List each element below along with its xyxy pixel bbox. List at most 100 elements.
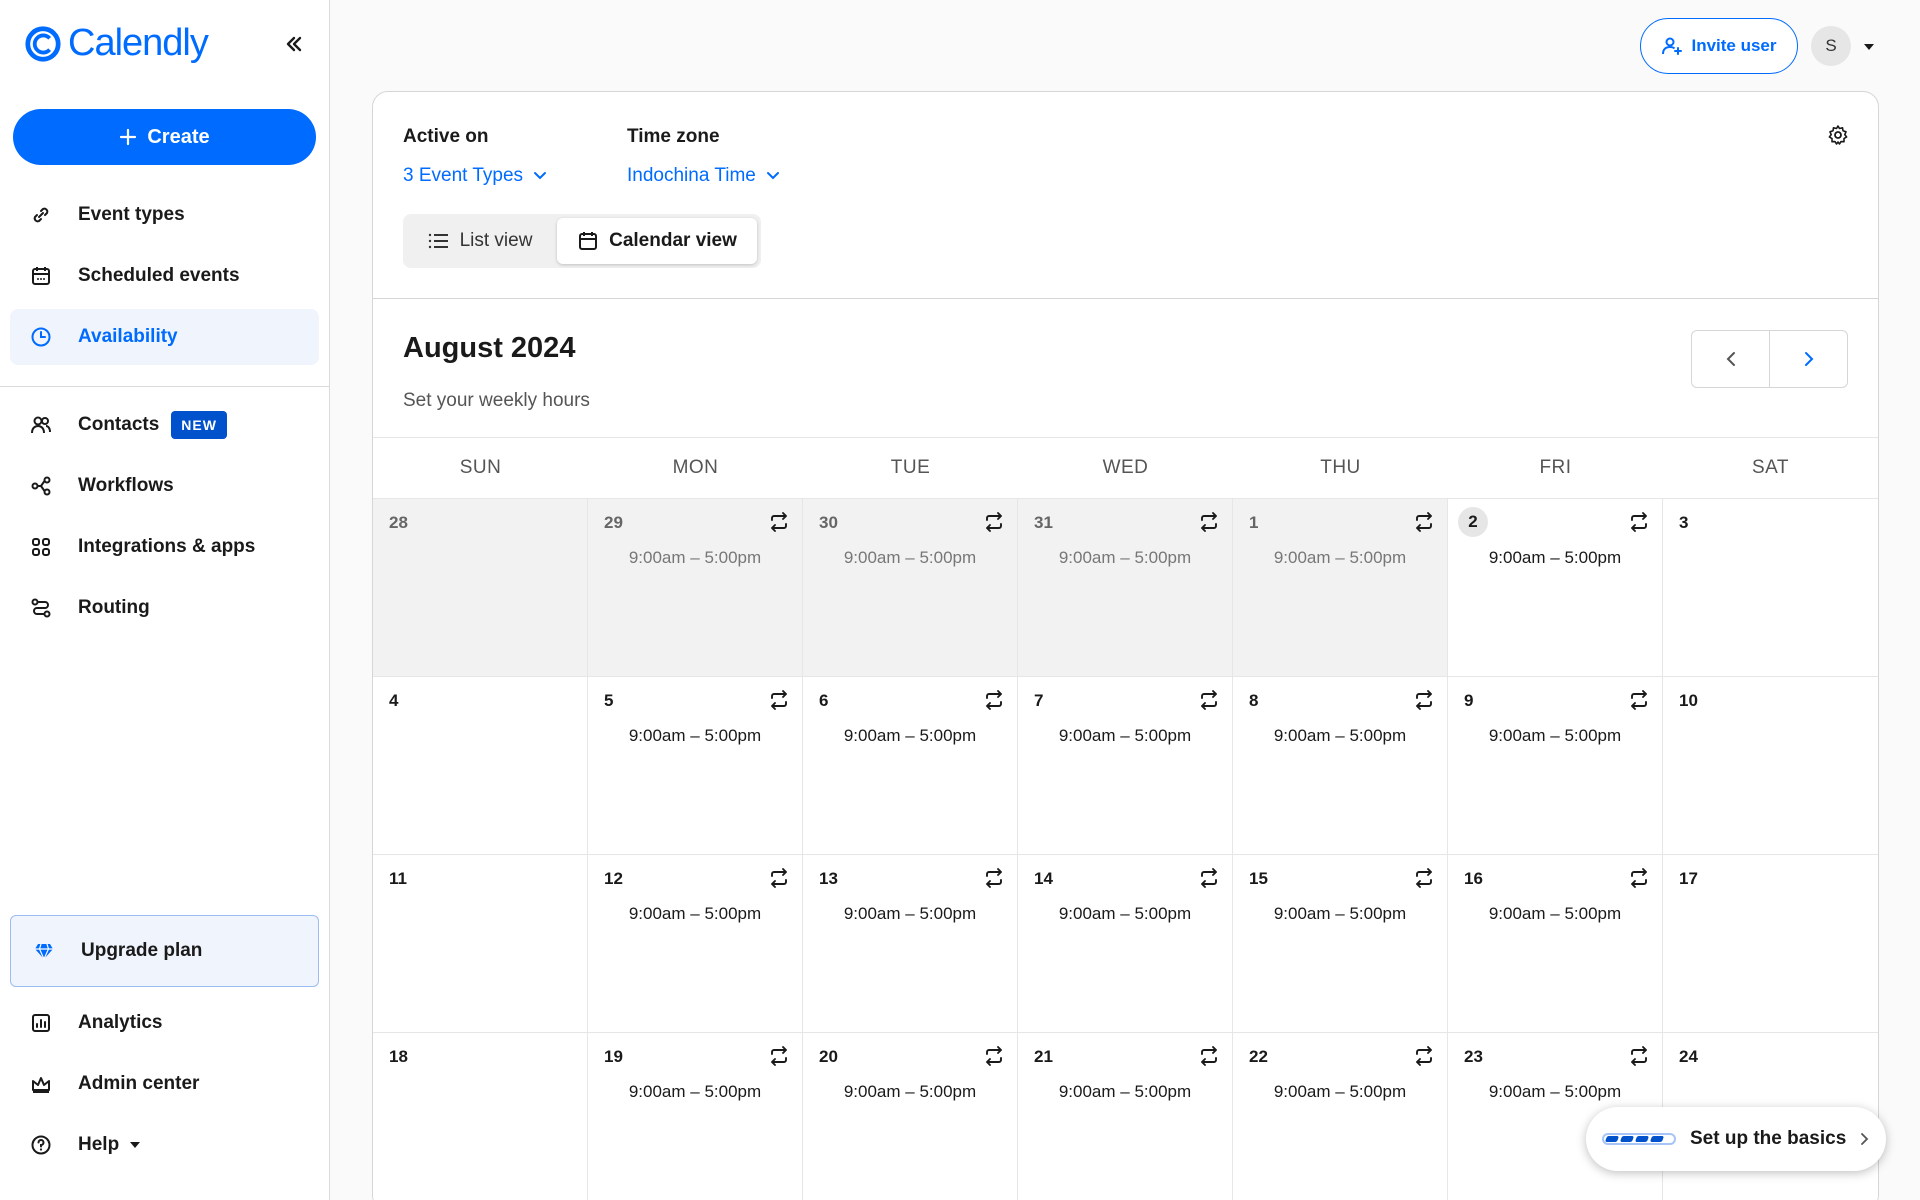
calendar-day-cell[interactable]: 17 (1663, 855, 1878, 1033)
repeat-icon[interactable] (1411, 687, 1437, 713)
repeat-icon[interactable] (1196, 509, 1222, 535)
repeat-icon[interactable] (981, 865, 1007, 891)
calendar-day-cell[interactable]: 8 9:00am – 5:00pm (1233, 677, 1448, 855)
sidebar-item-scheduled-events[interactable]: Scheduled events (10, 248, 319, 304)
weekday-label: WED (1102, 457, 1149, 478)
sidebar-item-event-types[interactable]: Event types (10, 187, 319, 243)
repeat-icon[interactable] (1626, 509, 1652, 535)
user-avatar[interactable]: S (1811, 26, 1851, 66)
repeat-icon[interactable] (981, 1043, 1007, 1069)
available-hours[interactable]: 9:00am – 5:00pm (803, 726, 1017, 746)
calendar-day-cell[interactable]: 19 9:00am – 5:00pm (588, 1033, 803, 1200)
calendar-day-cell[interactable]: 2 9:00am – 5:00pm (1448, 499, 1663, 677)
calendar-day-cell[interactable]: 12 9:00am – 5:00pm (588, 855, 803, 1033)
available-hours[interactable]: 9:00am – 5:00pm (1448, 726, 1662, 746)
calendar-view-button[interactable]: Calendar view (557, 218, 757, 264)
available-hours[interactable]: 9:00am – 5:00pm (1448, 1082, 1662, 1102)
calendar-day-cell[interactable]: 10 (1663, 677, 1878, 855)
repeat-icon[interactable] (766, 509, 792, 535)
collapse-sidebar-button[interactable] (280, 30, 308, 58)
calendar-day-cell[interactable]: 31 9:00am – 5:00pm (1018, 499, 1233, 677)
progress-segment (1634, 1136, 1650, 1142)
calendar-day-cell[interactable]: 21 9:00am – 5:00pm (1018, 1033, 1233, 1200)
repeat-icon[interactable] (1196, 687, 1222, 713)
available-hours[interactable]: 9:00am – 5:00pm (588, 548, 802, 568)
next-month-button[interactable] (1769, 331, 1847, 387)
calendar-day-cell[interactable]: 6 9:00am – 5:00pm (803, 677, 1018, 855)
available-hours[interactable]: 9:00am – 5:00pm (1233, 548, 1447, 568)
weekday-header: SUN MON TUE WED THU FRI SAT (373, 437, 1878, 499)
day-number: 6 (819, 691, 829, 710)
repeat-icon[interactable] (766, 865, 792, 891)
available-hours[interactable]: 9:00am – 5:00pm (588, 1082, 802, 1102)
repeat-icon[interactable] (981, 509, 1007, 535)
calendly-logo[interactable]: Calendly (24, 22, 209, 65)
available-hours[interactable]: 9:00am – 5:00pm (1233, 1082, 1447, 1102)
sidebar-item-integrations[interactable]: Integrations & apps (10, 519, 319, 575)
repeat-icon[interactable] (766, 687, 792, 713)
repeat-icon[interactable] (1196, 865, 1222, 891)
available-hours[interactable]: 9:00am – 5:00pm (588, 904, 802, 924)
sidebar-item-contacts[interactable]: Contacts NEW (10, 397, 319, 453)
calendar-day-cell[interactable]: 1 9:00am – 5:00pm (1233, 499, 1448, 677)
chevron-down-icon (534, 172, 547, 180)
sidebar-item-admin-center[interactable]: Admin center (10, 1056, 319, 1112)
progress-segment (1604, 1136, 1620, 1142)
available-hours[interactable]: 9:00am – 5:00pm (1018, 548, 1232, 568)
calendar-day-cell[interactable]: 7 9:00am – 5:00pm (1018, 677, 1233, 855)
available-hours[interactable]: 9:00am – 5:00pm (803, 548, 1017, 568)
repeat-icon[interactable] (1626, 865, 1652, 891)
calendar-day-cell[interactable]: 30 9:00am – 5:00pm (803, 499, 1018, 677)
available-hours[interactable]: 9:00am – 5:00pm (1233, 904, 1447, 924)
day-number: 16 (1464, 869, 1483, 888)
calendar-day-cell[interactable]: 29 9:00am – 5:00pm (588, 499, 803, 677)
available-hours[interactable]: 9:00am – 5:00pm (803, 904, 1017, 924)
calendar-day-cell[interactable]: 18 (373, 1033, 588, 1200)
sidebar-item-routing[interactable]: Routing (10, 580, 319, 636)
available-hours[interactable]: 9:00am – 5:00pm (1233, 726, 1447, 746)
create-button[interactable]: Create (13, 109, 316, 165)
settings-gear-button[interactable] (1825, 122, 1851, 148)
repeat-icon[interactable] (1626, 687, 1652, 713)
available-hours[interactable]: 9:00am – 5:00pm (1448, 904, 1662, 924)
day-number: 30 (819, 513, 838, 532)
calendar-day-cell[interactable]: 28 (373, 499, 588, 677)
calendar-day-cell[interactable]: 13 9:00am – 5:00pm (803, 855, 1018, 1033)
active-on-dropdown[interactable]: 3 Event Types (403, 165, 547, 187)
calendar-day-cell[interactable]: 16 9:00am – 5:00pm (1448, 855, 1663, 1033)
previous-month-button[interactable] (1692, 331, 1769, 387)
setup-basics-button[interactable]: Set up the basics (1586, 1107, 1886, 1171)
available-hours[interactable]: 9:00am – 5:00pm (588, 726, 802, 746)
calendar-day-cell[interactable]: 3 (1663, 499, 1878, 677)
upgrade-plan-button[interactable]: Upgrade plan (10, 915, 319, 987)
repeat-icon[interactable] (1411, 509, 1437, 535)
timezone-dropdown[interactable]: Indochina Time (627, 165, 780, 187)
sidebar-item-help[interactable]: Help (10, 1117, 319, 1173)
repeat-icon[interactable] (981, 687, 1007, 713)
repeat-icon[interactable] (1626, 1043, 1652, 1069)
available-hours[interactable]: 9:00am – 5:00pm (1018, 904, 1232, 924)
repeat-icon[interactable] (1411, 865, 1437, 891)
available-hours[interactable]: 9:00am – 5:00pm (803, 1082, 1017, 1102)
repeat-icon[interactable] (1411, 1043, 1437, 1069)
sidebar-item-analytics[interactable]: Analytics (10, 995, 319, 1051)
available-hours[interactable]: 9:00am – 5:00pm (1448, 548, 1662, 568)
calendar-day-cell[interactable]: 5 9:00am – 5:00pm (588, 677, 803, 855)
list-view-button[interactable]: List view (407, 218, 553, 264)
calendar-day-cell[interactable]: 20 9:00am – 5:00pm (803, 1033, 1018, 1200)
calendar-day-cell[interactable]: 9 9:00am – 5:00pm (1448, 677, 1663, 855)
sidebar-item-availability[interactable]: Availability (10, 309, 319, 365)
available-hours[interactable]: 9:00am – 5:00pm (1018, 726, 1232, 746)
calendar-day-cell[interactable]: 22 9:00am – 5:00pm (1233, 1033, 1448, 1200)
logo-text: Calendly (68, 22, 209, 64)
sidebar-item-workflows[interactable]: Workflows (10, 458, 319, 514)
calendar-day-cell[interactable]: 14 9:00am – 5:00pm (1018, 855, 1233, 1033)
repeat-icon[interactable] (1196, 1043, 1222, 1069)
calendar-day-cell[interactable]: 11 (373, 855, 588, 1033)
calendar-day-cell[interactable]: 15 9:00am – 5:00pm (1233, 855, 1448, 1033)
avatar-caret-down-icon[interactable] (1862, 40, 1876, 54)
available-hours[interactable]: 9:00am – 5:00pm (1018, 1082, 1232, 1102)
repeat-icon[interactable] (766, 1043, 792, 1069)
calendar-day-cell[interactable]: 4 (373, 677, 588, 855)
invite-user-button[interactable]: Invite user (1640, 18, 1798, 74)
